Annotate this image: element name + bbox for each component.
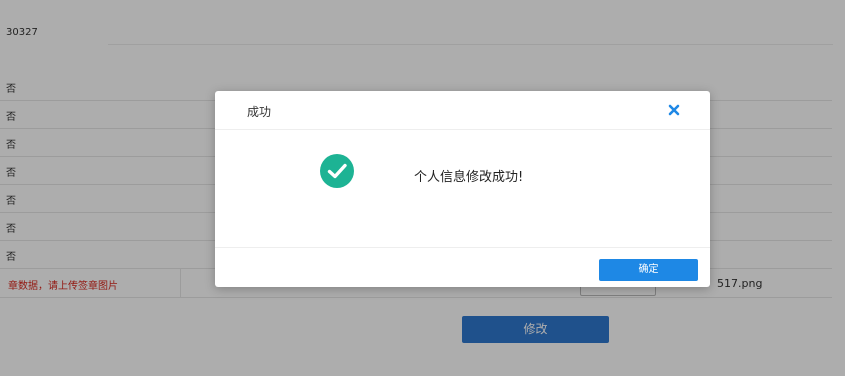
dialog-footer: 确定 [215, 247, 710, 288]
check-circle-icon [320, 154, 354, 188]
dialog-header: 成功 [215, 91, 710, 130]
page: 30327 否 否 否 否 否 否 否 章数据，请上传签章图片 517.png … [0, 0, 845, 376]
dialog-title: 成功 [247, 105, 272, 119]
dialog-message: 个人信息修改成功! [414, 170, 524, 185]
success-dialog: 成功 个人信息修改成功! 确定 [215, 91, 710, 287]
confirm-button[interactable]: 确定 [599, 259, 698, 281]
close-icon[interactable] [667, 103, 681, 117]
dialog-body: 个人信息修改成功! [215, 130, 710, 247]
